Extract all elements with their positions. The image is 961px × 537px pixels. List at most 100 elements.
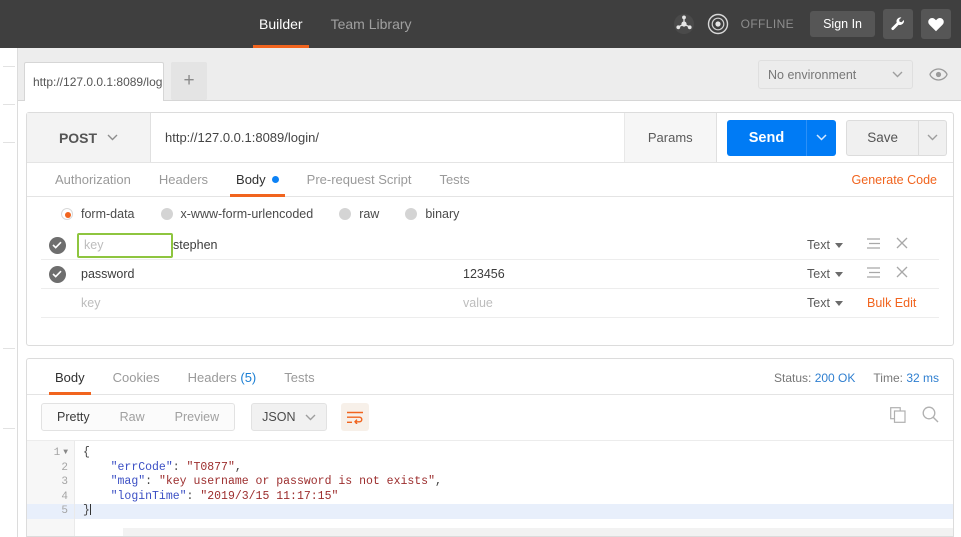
row-enabled-checkbox[interactable] bbox=[41, 265, 73, 283]
environment-selected-label: No environment bbox=[768, 67, 857, 82]
chevron-down-icon bbox=[892, 71, 903, 78]
close-icon[interactable] bbox=[896, 236, 908, 254]
send-options-button[interactable] bbox=[806, 119, 837, 156]
view-mode-preview[interactable]: Preview bbox=[160, 404, 234, 430]
tab-team-library[interactable]: Team Library bbox=[317, 0, 426, 48]
radio-x-www-form-urlencoded-label: x-www-form-urlencoded bbox=[180, 207, 314, 221]
row-type-label: Text bbox=[807, 238, 830, 252]
app-header: Builder Team Library OFFLINE Sign In bbox=[0, 0, 961, 48]
line-number-text: 4 bbox=[61, 490, 68, 503]
line-number-text: 1 bbox=[53, 447, 61, 459]
json-value-logintime: "2019/3/15 11:17:15" bbox=[200, 489, 339, 503]
list-menu-icon[interactable] bbox=[867, 236, 880, 254]
code-line: } bbox=[75, 504, 953, 519]
response-toolbar: Pretty Raw Preview JSON bbox=[27, 395, 953, 439]
row-key-input[interactable]: key bbox=[77, 232, 173, 258]
search-icon[interactable] bbox=[922, 406, 939, 428]
left-sidebar-strip bbox=[0, 48, 18, 537]
sync-icon[interactable] bbox=[671, 11, 697, 37]
table-row: key stephen Text bbox=[41, 231, 939, 260]
row-key-input[interactable]: password bbox=[73, 262, 463, 286]
code-line: "errCode": "T0877", bbox=[110, 460, 242, 474]
send-button[interactable]: Send bbox=[726, 119, 807, 156]
response-tab-cookies[interactable]: Cookies bbox=[99, 370, 174, 394]
tab-pre-request-script[interactable]: Pre-request Script bbox=[293, 172, 426, 196]
chevron-down-icon bbox=[816, 134, 827, 141]
sign-in-button[interactable]: Sign In bbox=[810, 11, 875, 37]
line-number: 4 bbox=[27, 490, 74, 505]
view-mode-pretty[interactable]: Pretty bbox=[42, 404, 105, 430]
environment-quick-look-button[interactable] bbox=[923, 60, 953, 89]
request-url-input[interactable]: http://127.0.0.1:8089/login/ bbox=[151, 113, 625, 162]
connection-icon[interactable] bbox=[705, 11, 731, 37]
tab-body[interactable]: Body bbox=[222, 172, 293, 197]
row-actions bbox=[867, 265, 939, 283]
request-tab-bar: http://127.0.0.1:8089/log + No environme… bbox=[18, 48, 961, 101]
copy-icon[interactable] bbox=[890, 406, 906, 428]
code-line: "loginTime": "2019/3/15 11:17:15" bbox=[110, 489, 339, 503]
http-method-selector[interactable]: POST bbox=[27, 113, 151, 162]
response-format-selector[interactable]: JSON bbox=[251, 403, 328, 431]
eye-icon bbox=[928, 68, 948, 81]
response-meta: Status: 200 OK Time: 32 ms bbox=[774, 371, 939, 385]
row-enabled-checkbox[interactable] bbox=[41, 236, 73, 254]
json-key-errcode: "errCode" bbox=[110, 460, 173, 474]
send-label: Send bbox=[748, 129, 785, 146]
response-view-mode-group: Pretty Raw Preview bbox=[41, 403, 236, 431]
bulk-edit-link[interactable]: Bulk Edit bbox=[867, 296, 916, 310]
time-label: Time: bbox=[873, 371, 903, 385]
row-value-input[interactable]: stephen bbox=[173, 238, 807, 252]
new-tab-label: + bbox=[183, 70, 195, 91]
tab-builder[interactable]: Builder bbox=[245, 0, 317, 48]
params-label: Params bbox=[647, 130, 693, 145]
tab-headers-label: Headers bbox=[158, 172, 209, 187]
save-button[interactable]: Save bbox=[846, 119, 919, 156]
tab-pre-request-script-label: Pre-request Script bbox=[306, 172, 412, 187]
environment-selector[interactable]: No environment bbox=[758, 60, 913, 89]
new-tab-button[interactable]: + bbox=[171, 62, 207, 100]
request-tab[interactable]: http://127.0.0.1:8089/log bbox=[24, 62, 164, 101]
radio-binary[interactable]: binary bbox=[405, 207, 459, 221]
fold-toggle-icon[interactable]: ▼ bbox=[63, 446, 68, 461]
wrench-icon[interactable] bbox=[883, 9, 913, 39]
request-section-tabs: Authorization Headers Body Pre-request S… bbox=[27, 163, 953, 197]
row-type-label: Text bbox=[807, 296, 830, 310]
row-value-input[interactable]: value bbox=[463, 296, 807, 310]
line-number: 2 bbox=[27, 461, 74, 476]
close-icon[interactable] bbox=[896, 265, 908, 283]
row-type-label: Text bbox=[807, 267, 830, 281]
row-type-selector[interactable]: Text bbox=[807, 267, 867, 281]
response-body-viewer[interactable]: 1 ▼ 2 3 4 5 { "errCode": "T0877", "mag":… bbox=[27, 440, 953, 536]
tab-tests[interactable]: Tests bbox=[425, 172, 483, 196]
line-number: 5 bbox=[27, 504, 74, 519]
view-mode-raw[interactable]: Raw bbox=[105, 404, 160, 430]
row-value-text: stephen bbox=[173, 238, 218, 252]
form-data-table: key stephen Text password 123456 Text ke… bbox=[27, 231, 953, 318]
row-value-input[interactable]: 123456 bbox=[463, 267, 807, 281]
body-type-radio-group: form-data x-www-form-urlencoded raw bina… bbox=[27, 197, 953, 231]
tab-authorization[interactable]: Authorization bbox=[41, 172, 145, 196]
params-button[interactable]: Params bbox=[624, 113, 717, 162]
horizontal-scrollbar[interactable] bbox=[123, 528, 953, 536]
generate-code-link[interactable]: Generate Code bbox=[852, 173, 937, 187]
response-tab-body[interactable]: Body bbox=[41, 370, 99, 395]
list-menu-icon[interactable] bbox=[867, 265, 880, 283]
radio-raw[interactable]: raw bbox=[339, 207, 379, 221]
time-value: 32 ms bbox=[906, 371, 939, 385]
radio-unselected-icon bbox=[160, 208, 173, 220]
chevron-down-icon bbox=[927, 134, 938, 141]
radio-x-www-form-urlencoded[interactable]: x-www-form-urlencoded bbox=[160, 207, 314, 221]
word-wrap-icon[interactable] bbox=[341, 403, 370, 431]
save-options-button[interactable] bbox=[919, 119, 947, 156]
tab-headers[interactable]: Headers bbox=[145, 172, 222, 196]
heart-icon[interactable] bbox=[921, 9, 951, 39]
code-line: { bbox=[75, 446, 953, 461]
line-number: 1 ▼ bbox=[27, 446, 74, 461]
row-type-selector[interactable]: Text bbox=[807, 238, 867, 252]
response-tab-tests[interactable]: Tests bbox=[270, 370, 328, 394]
row-actions bbox=[867, 236, 939, 254]
row-type-selector[interactable]: Text bbox=[807, 296, 867, 310]
row-key-input[interactable]: key bbox=[73, 291, 463, 315]
response-tab-headers[interactable]: Headers (5) bbox=[174, 370, 271, 394]
radio-form-data[interactable]: form-data bbox=[61, 207, 135, 221]
